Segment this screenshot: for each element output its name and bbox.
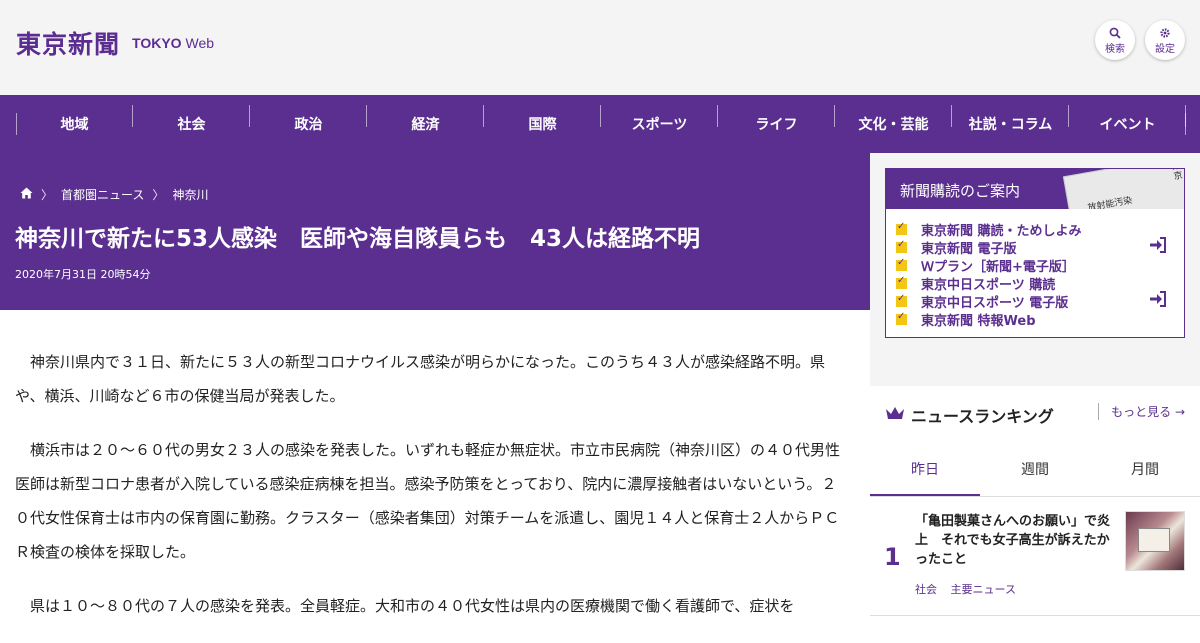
search-button[interactable]: 検索 xyxy=(1095,20,1135,60)
home-icon[interactable] xyxy=(20,187,33,203)
subscription-item[interactable]: 東京新聞 特報Web xyxy=(896,310,1082,329)
subscription-box: 東京 放射能汚染 新聞購読のご案内 東京新聞 購読・ためしよみ 東京新聞 電子版… xyxy=(885,168,1185,338)
ranking-tags: 社会 主要ニュース xyxy=(915,581,1026,597)
article-title: 神奈川で新たに53人感染 医師や海自隊員らも 43人は経路不明 xyxy=(15,226,701,252)
ranking-item: 1 「亀田製菓さんへのお願い」で炎上 それでも女子高生が訴えたかったこと 社会 … xyxy=(870,511,1200,616)
checkbox-icon xyxy=(896,239,907,253)
nav-item-events[interactable]: イベント xyxy=(1069,105,1186,134)
nav-item-editorial[interactable]: 社説・コラム xyxy=(952,105,1069,134)
checkbox-icon xyxy=(896,311,907,325)
rank-number: 1 xyxy=(884,543,901,571)
nav-item-politics[interactable]: 政治 xyxy=(250,105,367,134)
sidebar: 東京 放射能汚染 新聞購読のご案内 東京新聞 購読・ためしよみ 東京新聞 電子版… xyxy=(870,153,1200,630)
subscription-title: 新聞購読のご案内 xyxy=(900,182,1021,200)
ranking-title: ニュースランキング xyxy=(911,407,1054,426)
nav-divider xyxy=(1185,113,1186,135)
tab-yesterday[interactable]: 昨日 xyxy=(870,446,980,496)
nav-item-culture[interactable]: 文化・芸能 xyxy=(835,105,952,134)
breadcrumb-item-metro-news[interactable]: 首都圏ニュース xyxy=(61,186,144,203)
logo-english: TOKYO Web xyxy=(132,35,215,51)
more-link[interactable]: もっと見る → xyxy=(1098,403,1185,420)
sign-in-icon[interactable] xyxy=(1149,291,1167,312)
article-body: 神奈川県内で３１日、新たに５３人の新型コロナウイルス感染が明らかになった。このう… xyxy=(15,345,850,643)
nav-item-life[interactable]: ライフ xyxy=(718,105,835,134)
checkbox-icon xyxy=(896,275,907,289)
crown-icon xyxy=(885,405,905,426)
article-paragraph: 神奈川県内で３１日、新たに５３人の新型コロナウイルス感染が明らかになった。このう… xyxy=(15,353,826,405)
ranking-tabs: 昨日 週間 月間 xyxy=(870,446,1200,497)
settings-button[interactable]: 設定 xyxy=(1145,20,1185,60)
ranking-headline[interactable]: 「亀田製菓さんへのお願い」で炎上 それでも女子高生が訴えたかったこと xyxy=(915,512,1115,569)
ranking-header: ニュースランキング xyxy=(885,403,1054,427)
subscription-item[interactable]: Ｗプラン［新聞+電子版］ xyxy=(896,256,1082,275)
search-label: 検索 xyxy=(1105,44,1125,55)
breadcrumb-separator: 〉 xyxy=(152,188,165,202)
article-header: 〉 首都圏ニュース 〉 神奈川 神奈川で新たに53人感染 医師や海自隊員らも 4… xyxy=(0,153,870,310)
tab-monthly[interactable]: 月間 xyxy=(1090,446,1200,496)
sign-in-icon[interactable] xyxy=(1149,237,1167,258)
settings-label: 設定 xyxy=(1155,44,1175,55)
ranking-thumbnail[interactable] xyxy=(1125,511,1185,571)
news-ranking: ニュースランキング もっと見る → 昨日 週間 月間 1 「亀田製菓さんへのお願… xyxy=(870,386,1200,630)
subscription-list: 東京新聞 購読・ためしよみ 東京新聞 電子版 Ｗプラン［新聞+電子版］ 東京中日… xyxy=(896,220,1082,329)
site-header: 東京新聞 TOKYO Web 検索 設定 xyxy=(0,0,1200,95)
breadcrumb-item-kanagawa[interactable]: 神奈川 xyxy=(172,186,208,203)
checkbox-icon xyxy=(896,293,907,307)
arrow-right-icon: → xyxy=(1174,405,1185,419)
subscription-item[interactable]: 東京新聞 購読・ためしよみ xyxy=(896,220,1082,239)
site-logo[interactable]: 東京新聞 TOKYO Web xyxy=(16,25,214,61)
nav-item-society[interactable]: 社会 xyxy=(133,105,250,134)
checkbox-icon xyxy=(896,221,907,235)
newspaper-image: 東京 放射能汚染 xyxy=(1062,169,1184,209)
subscription-banner[interactable]: 東京 放射能汚染 新聞購読のご案内 xyxy=(886,169,1184,209)
nav-item-sports[interactable]: スポーツ xyxy=(601,105,718,134)
breadcrumb: 〉 首都圏ニュース 〉 神奈川 xyxy=(20,186,208,203)
subscription-item[interactable]: 東京中日スポーツ 購読 xyxy=(896,274,1082,293)
nav-item-economy[interactable]: 経済 xyxy=(367,105,484,134)
nav-item-international[interactable]: 国際 xyxy=(484,105,601,134)
checkbox-icon xyxy=(896,257,907,271)
logo-japanese: 東京新聞 xyxy=(16,30,121,59)
article-date: 2020年7月31日 20時54分 xyxy=(15,268,151,281)
tag-link[interactable]: 主要ニュース xyxy=(951,583,1016,596)
main-nav: 地域 社会 政治 経済 国際 スポーツ ライフ 文化・芸能 社説・コラム イベン… xyxy=(0,95,1200,153)
article-paragraph: 県は１０～８０代の７人の感染を発表。全員軽症。大和市の４０代女性は県内の医療機関… xyxy=(30,597,795,615)
search-icon xyxy=(1095,27,1135,42)
subscription-item[interactable]: 東京新聞 電子版 xyxy=(896,238,1082,257)
nav-item-region[interactable]: 地域 xyxy=(16,105,133,134)
nav-divider xyxy=(16,113,17,135)
subscription-item[interactable]: 東京中日スポーツ 電子版 xyxy=(896,292,1082,311)
breadcrumb-separator: 〉 xyxy=(41,188,54,202)
gear-icon xyxy=(1145,27,1185,42)
article-paragraph: 横浜市は２０～６０代の男女２３人の感染を発表した。いずれも軽症か無症状。市立市民… xyxy=(15,441,841,561)
tab-weekly[interactable]: 週間 xyxy=(980,446,1090,496)
tag-link[interactable]: 社会 xyxy=(915,583,937,596)
